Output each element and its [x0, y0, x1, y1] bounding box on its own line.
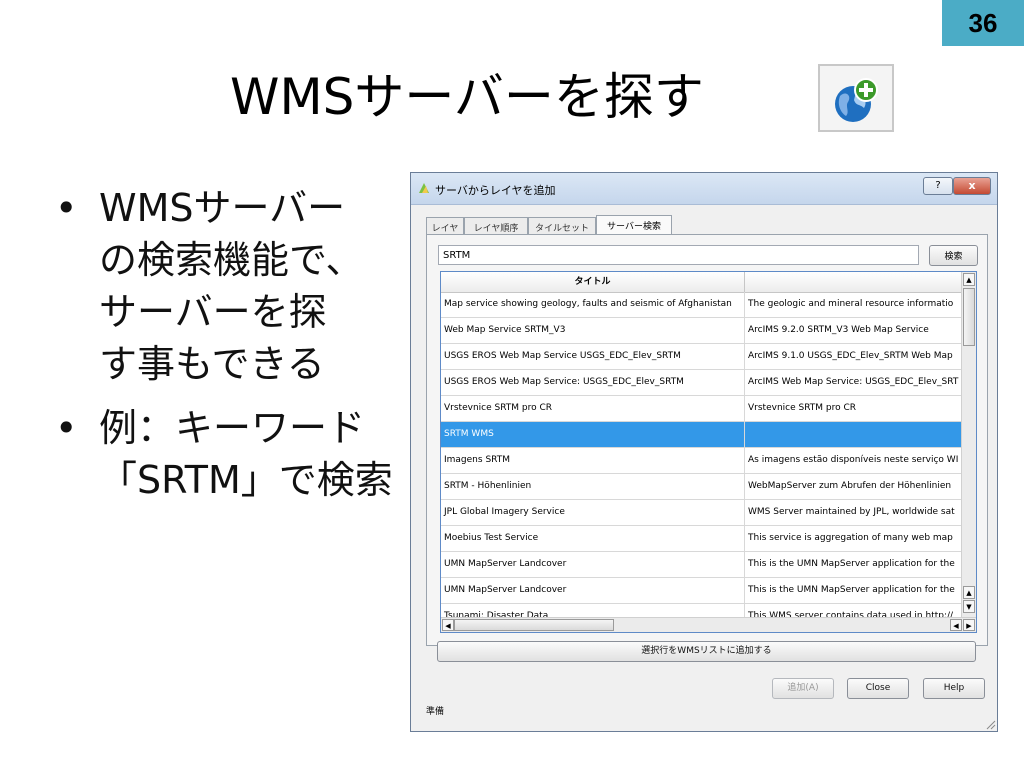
cell-description: This is the UMN MapServer application fo…	[748, 585, 955, 595]
dialog-titlebar[interactable]: サーバからレイヤを追加 ? x	[411, 173, 997, 205]
tab-tilesets[interactable]: タイルセット	[528, 217, 596, 235]
cell-title: Web Map Service SRTM_V3	[441, 318, 745, 343]
cell-description: WebMapServer zum Abrufen der Höhenlinien	[748, 481, 952, 491]
add-button[interactable]: 追加(A)	[772, 678, 834, 699]
cell-description: ArcIMS 9.2.0 SRTM_V3 Web Map Service	[748, 325, 929, 335]
cell-description: ArcIMS Web Map Service: USGS_EDC_Elev_SR…	[748, 377, 959, 387]
table-header: タイトル	[441, 272, 962, 293]
table-row[interactable]: UMN MapServer Landcover This is the UMN M…	[441, 578, 962, 604]
close-icon: x	[968, 179, 976, 192]
cell-title: USGS EROS Web Map Service USGS_EDC_Elev_…	[441, 344, 745, 369]
table-row[interactable]: Imagens SRTM As imagens estão disponíveis…	[441, 448, 962, 474]
add-to-wms-list-button[interactable]: 選択行をWMSリストに追加する	[437, 641, 976, 662]
cell-description: This WMS server contains data used in ht…	[748, 611, 954, 617]
tab-label: レイヤ	[431, 224, 459, 234]
cell-description: The geologic and mineral resource inform…	[748, 299, 954, 309]
scroll-down-arrow-icon[interactable]: ▼	[963, 600, 975, 613]
globe-add-icon	[818, 64, 894, 132]
bullet-text: WMSサーバー の検索機能で、 サーバーを探 す事もできる	[99, 186, 364, 386]
server-search-panel: 検索 タイトル Map service showing geology, fau…	[426, 234, 988, 646]
table-row[interactable]: Map service showing geology, faults and …	[441, 292, 962, 318]
table-row[interactable]: UMN MapServer Landcover This is the UMN M…	[441, 552, 962, 578]
cell-description: ArcIMS 9.1.0 USGS_EDC_Elev_SRTM Web Map	[748, 351, 953, 361]
titlebar-close-button[interactable]: x	[953, 177, 991, 195]
vertical-scroll-thumb[interactable]	[963, 288, 975, 346]
cell-title: Vrstevnice SRTM pro CR	[441, 396, 745, 421]
column-header-description[interactable]	[745, 272, 962, 292]
table-row[interactable]: SRTM - Höhenlinien WebMapServer zum Abruf…	[441, 474, 962, 500]
table-row[interactable]: USGS EROS Web Map Service USGS_EDC_Elev_…	[441, 344, 962, 370]
cell-title: UMN MapServer Landcover	[441, 578, 745, 603]
table-row[interactable]: Web Map Service SRTM_V3 ArcIMS 9.2.0 SRTM…	[441, 318, 962, 344]
table-body: Map service showing geology, faults and …	[441, 292, 962, 617]
bullet-marker: •	[55, 406, 78, 450]
table-row[interactable]: USGS EROS Web Map Service: USGS_EDC_Elev…	[441, 370, 962, 396]
table-row[interactable]: Tsunami: Disaster Data This WMS server co…	[441, 604, 962, 617]
slide-number: 36	[942, 0, 1024, 46]
cell-description	[745, 422, 962, 447]
help-button[interactable]: Help	[923, 678, 985, 699]
bullet-item: • WMSサーバー の検索機能で、 サーバーを探 す事もできる	[55, 182, 400, 390]
tab-label: サーバー検索	[607, 222, 661, 232]
search-input[interactable]	[438, 245, 919, 265]
resize-grip-icon[interactable]	[984, 718, 996, 730]
vertical-scrollbar[interactable]: ▲ ▲ ▼	[961, 272, 976, 617]
dialog-title: サーバからレイヤを追加	[435, 184, 556, 197]
tab-layer-order[interactable]: レイヤ順序	[464, 217, 528, 235]
bullet-text: 例：キーワード 「SRTM」で検索	[99, 406, 393, 502]
scroll-up-arrow-icon[interactable]: ▲	[963, 273, 975, 286]
bullet-marker: •	[55, 186, 78, 230]
table-row[interactable]: JPL Global Imagery Service WMS Server mai…	[441, 500, 962, 526]
help-icon: ?	[935, 180, 941, 191]
close-button[interactable]: Close	[847, 678, 909, 699]
column-header-title[interactable]: タイトル	[441, 272, 745, 292]
status-text: 準備	[426, 707, 445, 717]
cell-description: Vrstevnice SRTM pro CR	[748, 403, 857, 413]
scroll-right-arrow-icon[interactable]: ▶	[963, 619, 975, 631]
cell-title: Map service showing geology, faults and …	[441, 292, 745, 317]
tab-label: タイルセット	[534, 224, 589, 234]
cell-description: This is the UMN MapServer application fo…	[748, 559, 955, 569]
horizontal-scrollbar[interactable]: ◀ ◀ ▶	[441, 617, 976, 632]
horizontal-scroll-thumb[interactable]	[454, 619, 614, 631]
cell-title: JPL Global Imagery Service	[441, 500, 745, 525]
bullet-item: • 例：キーワード 「SRTM」で検索	[55, 402, 400, 506]
tab-server-search[interactable]: サーバー検索	[596, 215, 672, 235]
cell-title: SRTM - Höhenlinien	[441, 474, 745, 499]
table-row[interactable]: SRTM WMS	[441, 422, 962, 448]
tab-layers[interactable]: レイヤ	[426, 217, 464, 235]
cell-title: Moebius Test Service	[441, 526, 745, 551]
cell-title: Tsunami: Disaster Data	[441, 604, 745, 617]
titlebar-help-button[interactable]: ?	[923, 177, 953, 195]
scroll-up-arrow-icon[interactable]: ▲	[963, 586, 975, 599]
search-button[interactable]: 検索	[929, 245, 978, 266]
results-table: タイトル Map service showing geology, faults…	[440, 271, 977, 633]
cell-description: As imagens estão disponíveis neste servi…	[748, 455, 959, 465]
qgis-icon	[419, 183, 429, 193]
cell-title: UMN MapServer Landcover	[441, 552, 745, 577]
cell-description: WMS Server maintained by JPL, worldwide …	[748, 507, 955, 517]
table-row[interactable]: Moebius Test Service This service is aggr…	[441, 526, 962, 552]
bullet-list: • WMSサーバー の検索機能で、 サーバーを探 す事もできる • 例：キーワー…	[55, 182, 400, 518]
cell-description: This service is aggregation of many web …	[748, 533, 953, 543]
cell-title: SRTM WMS	[441, 422, 745, 447]
cell-title: Imagens SRTM	[441, 448, 745, 473]
cell-title: USGS EROS Web Map Service: USGS_EDC_Elev…	[441, 370, 745, 395]
table-row[interactable]: Vrstevnice SRTM pro CR Vrstevnice SRTM pr…	[441, 396, 962, 422]
scroll-left-arrow-icon[interactable]: ◀	[950, 619, 962, 631]
slide-title: WMSサーバーを探す	[230, 68, 704, 126]
tab-label: レイヤ順序	[473, 224, 519, 234]
scroll-left-arrow-icon[interactable]: ◀	[442, 619, 454, 631]
